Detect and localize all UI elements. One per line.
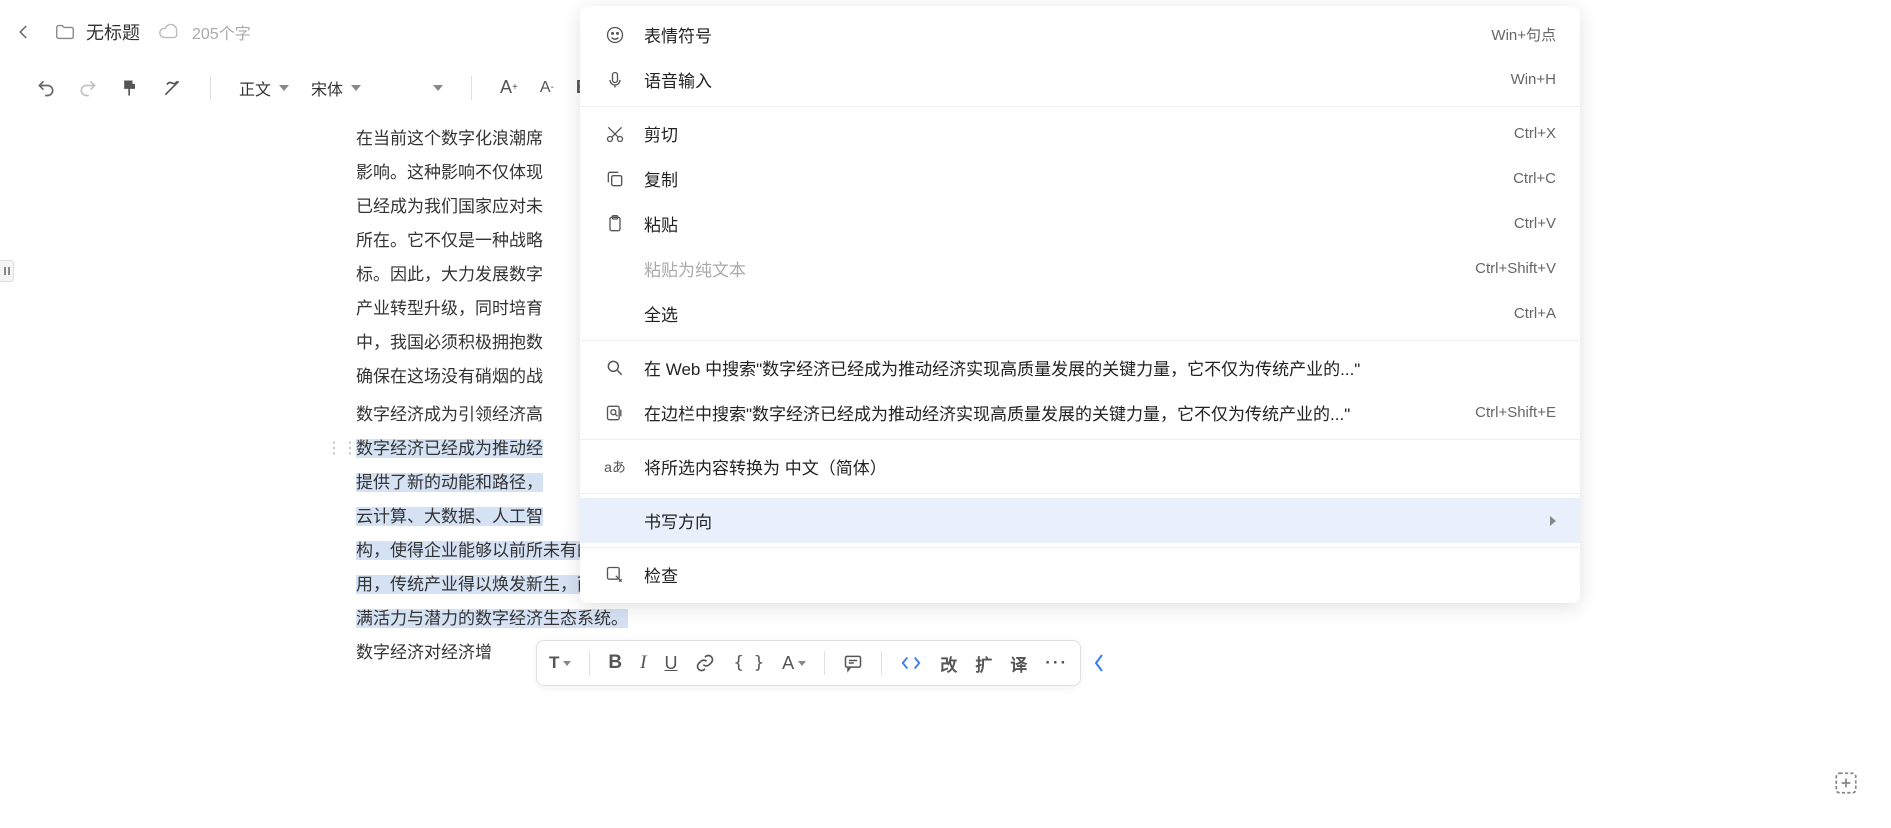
text-line: 满活力与潜力的数字经济生态系统。 [356, 602, 1256, 636]
ai-expand-button[interactable]: 扩 [975, 651, 992, 676]
ctx-paste-plain[interactable]: 粘贴为纯文本 Ctrl+Shift+V [580, 246, 1580, 291]
text-color-button[interactable]: A [782, 653, 806, 674]
code-block-button[interactable]: { } [733, 653, 764, 673]
font-size-select[interactable] [383, 85, 443, 91]
italic-button[interactable]: I [640, 652, 646, 674]
status-area: 205个字 [158, 20, 251, 44]
context-menu: 表情符号 Win+句点 语音输入 Win+H 剪切 Ctrl+X 复制 Ctrl… [580, 6, 1580, 603]
sidebar-toggle[interactable] [0, 260, 14, 282]
screenshot-icon[interactable] [1833, 770, 1861, 798]
comment-button[interactable] [843, 653, 863, 673]
document-title: 无标题 [86, 19, 140, 45]
more-button[interactable]: ··· [1045, 653, 1068, 673]
ctx-writing-direction[interactable]: 书写方向 [580, 498, 1580, 543]
mic-icon [604, 70, 626, 90]
ctx-sidebar-search[interactable]: 在边栏中搜索"数字经济已经成为推动经济实现高质量发展的关键力量，它不仅为传统产业… [580, 390, 1580, 435]
decrease-font-button[interactable]: A- [540, 79, 554, 97]
file-title[interactable]: 无标题 [54, 19, 140, 45]
font-family-select[interactable]: 宋体 [311, 76, 361, 100]
ctx-select-all[interactable]: 全选 Ctrl+A [580, 291, 1580, 336]
word-count: 205个字 [192, 20, 251, 44]
clear-format-button[interactable] [162, 78, 182, 98]
inspect-icon [604, 565, 626, 585]
chevron-right-icon [1550, 516, 1556, 526]
ctx-voice-input[interactable]: 语音输入 Win+H [580, 57, 1580, 102]
ctx-web-search[interactable]: 在 Web 中搜索"数字经济已经成为推动经济实现高质量发展的关键力量，它不仅为传… [580, 345, 1580, 390]
copy-icon [604, 169, 626, 189]
drag-handle-icon[interactable]: ⋮⋮ [326, 432, 358, 466]
ai-code-button[interactable] [900, 652, 922, 674]
ctx-inspect[interactable]: 检查 [580, 552, 1580, 597]
format-painter-button[interactable] [120, 78, 140, 98]
ctx-cut[interactable]: 剪切 Ctrl+X [580, 111, 1580, 156]
redo-button[interactable] [78, 78, 98, 98]
ctx-translate[interactable]: aあ 将所选内容转换为 中文（简体） [580, 444, 1580, 489]
search-icon [604, 358, 626, 378]
undo-button[interactable] [36, 78, 56, 98]
translate-icon: aあ [604, 457, 626, 477]
emoji-icon [604, 25, 626, 45]
folder-icon [54, 21, 76, 43]
ai-translate-button[interactable]: 译 [1010, 651, 1027, 676]
ctx-copy[interactable]: 复制 Ctrl+C [580, 156, 1580, 201]
increase-font-button[interactable]: A+ [500, 77, 518, 98]
paste-icon [604, 214, 626, 234]
collapse-toolbar-button[interactable] [1092, 651, 1106, 680]
ai-rewrite-button[interactable]: 改 [940, 651, 957, 676]
sidebar-search-icon [604, 403, 626, 423]
underline-button[interactable]: U [664, 653, 677, 674]
selection-toolbar: T B I U { } A 改 扩 译 ··· [536, 640, 1081, 686]
cloud-icon [158, 21, 180, 43]
link-button[interactable] [695, 653, 715, 673]
bold-button[interactable]: B [608, 652, 622, 674]
ctx-emoji[interactable]: 表情符号 Win+句点 [580, 12, 1580, 57]
cut-icon [604, 124, 626, 144]
back-button[interactable] [12, 20, 36, 44]
text-style-button[interactable]: T [549, 653, 571, 673]
paragraph-style-select[interactable]: 正文 [239, 76, 289, 100]
ctx-paste[interactable]: 粘贴 Ctrl+V [580, 201, 1580, 246]
